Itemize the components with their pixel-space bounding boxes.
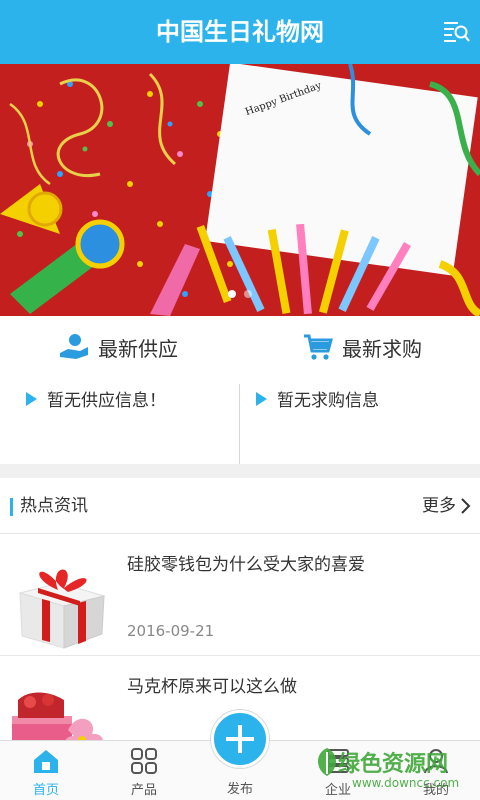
supply-header[interactable]: 最新供应: [58, 330, 178, 364]
news-header: 热点资讯 更多: [0, 478, 480, 534]
grid-icon: [130, 747, 158, 775]
carousel-dot[interactable]: [228, 290, 236, 298]
demand-header[interactable]: 最新求购: [302, 330, 422, 364]
section-marker: [10, 498, 13, 516]
watermark-url: www.downcc.com: [352, 776, 460, 790]
publish-label: 发布: [226, 782, 253, 797]
demand-empty-text: 暂无求购信息: [277, 391, 379, 411]
divider: [239, 384, 240, 468]
gift-box-thumbnail: [8, 548, 112, 652]
news-title: 马克杯原来可以这么做: [127, 677, 297, 697]
supply-title: 最新供应: [98, 336, 178, 361]
cart-icon: [302, 331, 334, 363]
supply-demand-section: 最新供应 最新求购 暂无供应信息！ 暂无求购信息: [0, 316, 480, 468]
news-title: 硅胶零钱包为什么受大家的喜爱: [127, 555, 365, 575]
publish-button[interactable]: [211, 710, 269, 768]
watermark-text: 绿色资源网: [338, 752, 449, 777]
supply-empty-text: 暂无供应信息！: [47, 391, 166, 411]
chevron-right-icon: [461, 498, 471, 514]
watermark: 绿色资源网 www.downcc.com: [314, 742, 474, 798]
tab-home-label: 首页: [32, 783, 59, 798]
page-title: 中国生日礼物网: [156, 18, 324, 46]
carousel-indicator: [0, 283, 480, 302]
demand-empty: 暂无求购信息: [256, 386, 379, 411]
news-date: 2016-09-21: [127, 622, 215, 640]
app-header: 中国生日礼物网: [0, 0, 480, 64]
news-item[interactable]: 硅胶零钱包为什么受大家的喜爱 2016-09-21: [0, 534, 480, 656]
banner-image: Happy Birthday: [0, 64, 480, 316]
plus-icon: [226, 725, 254, 753]
hand-coin-icon: [58, 331, 90, 363]
more-label: 更多: [422, 496, 456, 516]
tab-home[interactable]: 首页: [6, 741, 86, 800]
tab-products-label: 产品: [130, 783, 157, 798]
leaf-logo-icon: [317, 748, 337, 776]
bullet-triangle-icon: [26, 391, 37, 406]
home-icon: [32, 747, 60, 775]
app-screen: 中国生日礼物网 Happy Birthday 最新供应 最新求购 暂无供应信息！…: [0, 0, 480, 800]
tab-products[interactable]: 产品: [104, 741, 184, 800]
section-gap: [0, 464, 480, 478]
bullet-triangle-icon: [256, 391, 267, 406]
news-more-link[interactable]: 更多: [422, 478, 472, 534]
menu-search-icon[interactable]: [442, 18, 470, 46]
demand-title: 最新求购: [342, 336, 422, 361]
carousel-dot[interactable]: [244, 290, 252, 298]
banner-carousel[interactable]: Happy Birthday: [0, 64, 480, 316]
news-section-title: 热点资讯: [20, 496, 88, 516]
supply-empty: 暂无供应信息！: [26, 386, 166, 411]
